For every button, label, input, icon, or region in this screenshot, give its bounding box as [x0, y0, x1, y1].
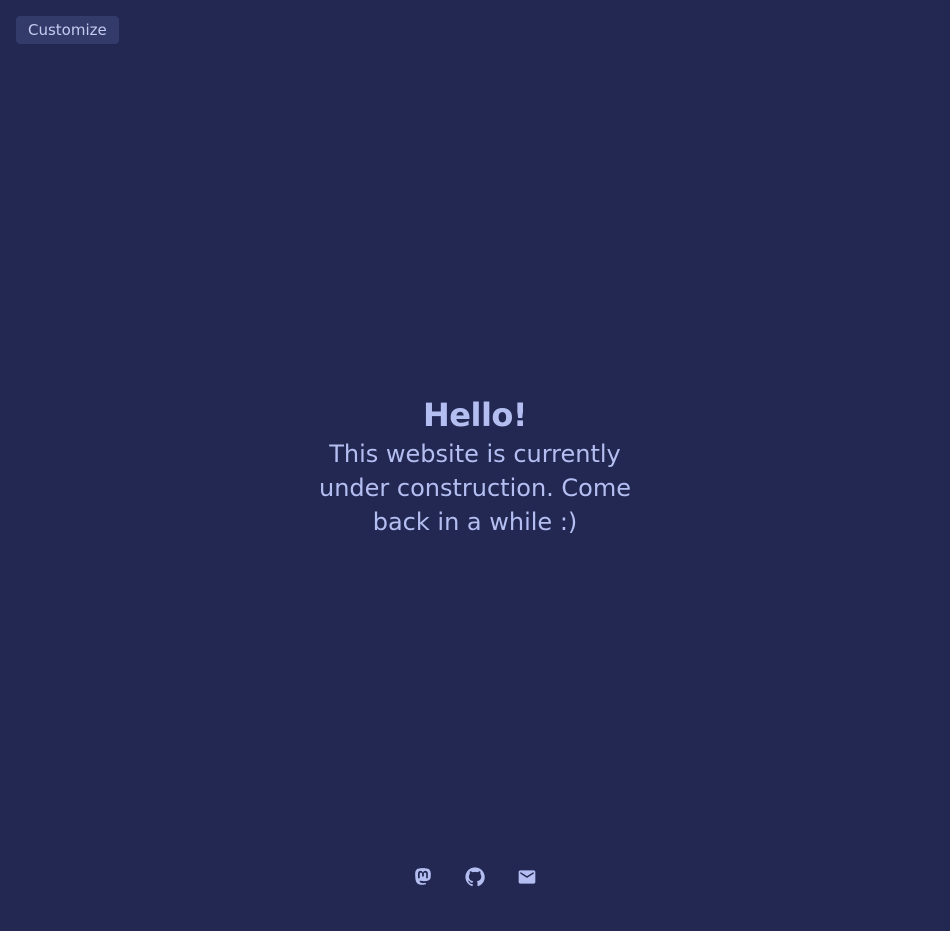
- customize-button[interactable]: Customize: [16, 16, 119, 44]
- mail-icon: [518, 870, 536, 884]
- mastodon-icon: [415, 868, 431, 885]
- page-title: Hello!: [423, 396, 528, 434]
- construction-message: This website is currently under construc…: [318, 440, 631, 536]
- email-link[interactable]: [517, 865, 537, 889]
- social-links: [0, 865, 950, 889]
- hero: Hello! This website is currently under c…: [0, 393, 950, 539]
- page: Customize Hello! This website is current…: [0, 0, 950, 931]
- github-link[interactable]: [465, 865, 485, 889]
- github-icon: [465, 867, 485, 887]
- mastodon-link[interactable]: [413, 865, 433, 889]
